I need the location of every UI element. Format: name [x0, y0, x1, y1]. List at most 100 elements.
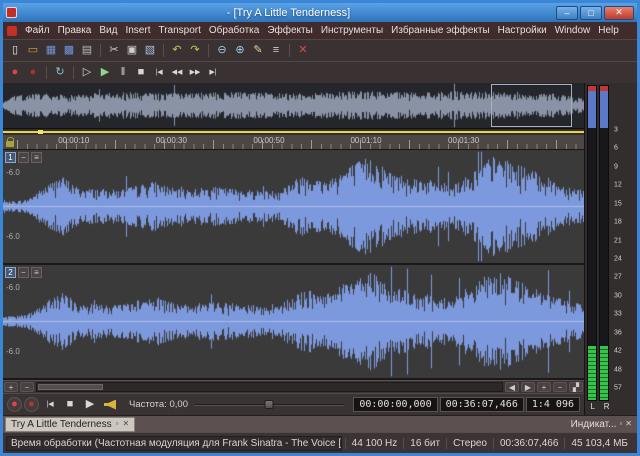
menu-item-11[interactable]: Help: [594, 25, 623, 36]
go-to-end-button[interactable]: ▶|: [204, 64, 222, 82]
channel-menu-button[interactable]: ≡: [31, 267, 42, 278]
tab-close-icon[interactable]: ✕: [122, 420, 129, 428]
ruler-label: 00:01:10: [350, 136, 381, 145]
open-file-button[interactable]: ▭: [24, 42, 42, 60]
position-readout[interactable]: 00:00:00,000: [353, 397, 437, 412]
lock-icon[interactable]: [6, 141, 14, 147]
rewind-button[interactable]: ◀◀: [168, 64, 186, 82]
meter-scale-label: 24: [614, 256, 622, 263]
play-mini-button[interactable]: ▶: [81, 396, 99, 414]
waveform-channel-1[interactable]: 1 − ≡ -6.0 -∞ -6.0: [3, 150, 584, 265]
tab-pin-icon[interactable]: ▫: [116, 420, 119, 428]
view-indicator[interactable]: [491, 84, 572, 127]
channel-collapse-button[interactable]: −: [18, 267, 29, 278]
menu-item-8[interactable]: Избранные эффекты: [387, 25, 493, 36]
menu-item-6[interactable]: Эффекты: [263, 25, 316, 36]
time-ruler[interactable]: 00:00:1000:00:3000:00:5000:01:1000:01:30: [3, 135, 584, 150]
horizontal-scroll-row: + − ◀ ▶ + − ▞: [3, 380, 584, 393]
menu-item-7[interactable]: Инструменты: [317, 25, 387, 36]
stop-button[interactable]: ■: [132, 64, 150, 82]
play-all-button[interactable]: ▷: [78, 64, 96, 82]
record-remote-button[interactable]: ●: [24, 397, 39, 412]
channel-number-badge[interactable]: 2: [5, 267, 16, 278]
new-file-button[interactable]: ▯: [6, 42, 24, 60]
save-all-icon: ▩: [64, 45, 74, 56]
waveform-channel-2[interactable]: 2 − ≡ -6.0 -∞ -6.0: [3, 265, 584, 380]
play-button[interactable]: ▶: [96, 64, 114, 82]
menu-item-9[interactable]: Настройки: [494, 25, 551, 36]
play-mini-icon: ▶: [86, 399, 94, 410]
resize-grip-icon[interactable]: ▞: [569, 382, 583, 392]
save-all-button[interactable]: ▩: [60, 42, 78, 60]
undo-icon: ↶: [172, 45, 181, 56]
channel-collapse-button[interactable]: −: [18, 152, 29, 163]
meter-scale-label: 36: [614, 329, 622, 336]
meter-scale-label: 48: [614, 366, 622, 373]
menu-item-4[interactable]: Transport: [154, 25, 204, 36]
zoom-out-button[interactable]: −: [553, 382, 567, 392]
export-button[interactable]: ▤: [78, 42, 96, 60]
waveform-canvas-2[interactable]: [3, 265, 584, 378]
meter-peak-segment: [588, 86, 596, 128]
zoom-in-time-button[interactable]: +: [4, 382, 18, 392]
go-to-start-button[interactable]: |◀: [150, 64, 168, 82]
menu-item-2[interactable]: Вид: [95, 25, 121, 36]
zoom-in-tool-button[interactable]: ⊕: [231, 42, 249, 60]
undo-button[interactable]: ↶: [168, 42, 186, 60]
go-to-end-icon: ▶|: [209, 69, 216, 76]
scroll-right-button[interactable]: ▶: [521, 382, 535, 392]
cut-icon: ✂: [109, 45, 118, 56]
zoom-ratio-readout[interactable]: 1:4 096: [526, 397, 580, 412]
close-button[interactable]: ✕: [604, 6, 634, 20]
overview-strip[interactable]: [3, 83, 584, 129]
menu-item-1[interactable]: Правка: [54, 25, 96, 36]
mute-monitor-button[interactable]: ✕: [294, 42, 312, 60]
properties-button[interactable]: ≡: [267, 42, 285, 60]
edit-tool-button[interactable]: ✎: [249, 42, 267, 60]
go-to-start-mini-button[interactable]: |◀: [41, 396, 59, 414]
workspace: 00:00:1000:00:3000:00:5000:01:1000:01:30…: [3, 83, 637, 415]
monitor-speaker-button[interactable]: [101, 396, 119, 414]
channel-menu-button[interactable]: ≡: [31, 152, 42, 163]
menu-item-5[interactable]: Обработка: [205, 25, 263, 36]
total-length-readout[interactable]: 00:36:07,466: [440, 397, 524, 412]
redo-button[interactable]: ↷: [186, 42, 204, 60]
record-button[interactable]: ●: [6, 64, 24, 82]
channel-number-badge[interactable]: 1: [5, 152, 16, 163]
frequency-slider[interactable]: [194, 399, 344, 410]
loop-record-button[interactable]: ●: [24, 64, 42, 82]
record-mini-button[interactable]: ●: [7, 397, 22, 412]
cut-button[interactable]: ✂: [105, 42, 123, 60]
zoom-in-button[interactable]: +: [537, 382, 551, 392]
scroll-left-button[interactable]: ◀: [505, 382, 519, 392]
loop-playback-button[interactable]: ↻: [51, 64, 69, 82]
meter-channel-labels: L R: [586, 402, 614, 414]
document-tab[interactable]: Try A Little Tenderness ▫ ✕: [5, 417, 135, 432]
zoom-out-time-button[interactable]: −: [20, 382, 34, 392]
meter-bar-left[interactable]: [587, 85, 597, 401]
horizontal-scrollbar[interactable]: [36, 382, 503, 392]
paste-button[interactable]: ▧: [141, 42, 159, 60]
waveform-canvas-1[interactable]: [3, 150, 584, 263]
zoom-out-tool-button[interactable]: ⊖: [213, 42, 231, 60]
menu-item-10[interactable]: Window: [551, 25, 595, 36]
title-bar[interactable]: - [Try A Little Tenderness] – □ ✕: [3, 3, 637, 22]
meter-panel-tab[interactable]: Индикат... ▫ ✕: [571, 419, 635, 430]
panel-pin-icon[interactable]: ▫: [619, 420, 622, 428]
frequency-slider-thumb[interactable]: [264, 400, 273, 409]
copy-button[interactable]: ▣: [123, 42, 141, 60]
stop-mini-button[interactable]: ■: [61, 396, 79, 414]
menu-item-0[interactable]: Файл: [21, 25, 54, 36]
pause-button[interactable]: ‖: [114, 64, 132, 82]
maximize-button[interactable]: □: [580, 6, 602, 20]
document-icon[interactable]: [7, 26, 17, 36]
scrollbar-thumb[interactable]: [38, 384, 103, 390]
meter-bar-right[interactable]: [599, 85, 609, 401]
save-button[interactable]: ▦: [42, 42, 60, 60]
fast-forward-button[interactable]: ▶▶: [186, 64, 204, 82]
menu-item-3[interactable]: Insert: [121, 25, 154, 36]
loop-marker[interactable]: [38, 130, 43, 134]
panel-close-icon[interactable]: ✕: [625, 420, 632, 428]
minimize-button[interactable]: –: [556, 6, 578, 20]
record-mini-icon: ●: [11, 399, 18, 410]
